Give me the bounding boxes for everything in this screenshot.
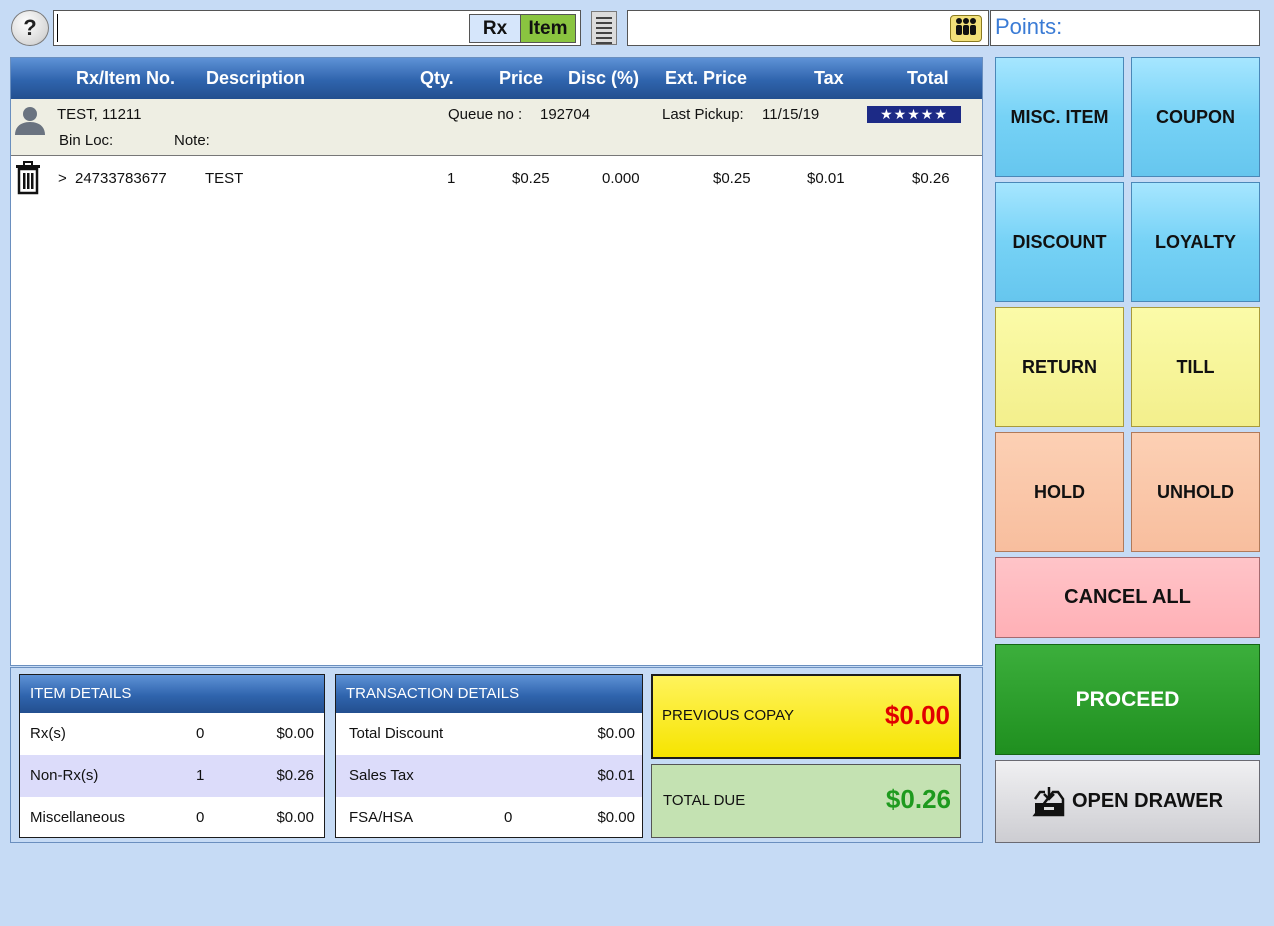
trash-icon[interactable] (13, 161, 43, 199)
row-amount: $0.00 (276, 725, 314, 742)
mode-rx-toggle[interactable]: Rx (469, 14, 521, 43)
total-due-amount: $0.26 (885, 784, 951, 814)
row-label: Rx(s) (30, 725, 66, 742)
item-details-row: Miscellaneous 0 $0.00 (20, 797, 324, 839)
item-details-title: ITEM DETAILS (20, 675, 324, 713)
row-amount: $0.26 (276, 767, 314, 784)
previous-copay-label: PREVIOUS COPAY (662, 707, 794, 724)
grid-header: Rx/Item No. Description Qty. Price Disc … (11, 58, 982, 99)
note-label: Note: (174, 132, 210, 149)
return-button[interactable]: RETURN (995, 307, 1124, 427)
misc-item-button[interactable]: MISC. ITEM (995, 57, 1124, 177)
item-details-row: Rx(s) 0 $0.00 (20, 713, 324, 755)
summary-area: ITEM DETAILS Rx(s) 0 $0.00 Non-Rx(s) 1 $… (10, 667, 983, 843)
item-tax: $0.01 (807, 170, 845, 187)
search-box: Rx Item (53, 10, 581, 46)
hold-button[interactable]: HOLD (995, 432, 1124, 552)
fsa-hsa-row: FSA/HSA 0 $0.00 (336, 797, 642, 839)
transaction-details-title: TRANSACTION DETAILS (336, 675, 642, 713)
previous-copay-amount: $0.00 (884, 700, 950, 730)
total-discount-label: Total Discount (349, 725, 444, 742)
people-icon[interactable] (950, 15, 982, 42)
loyalty-button[interactable]: LOYALTY (1131, 182, 1260, 302)
row-count: 0 (196, 809, 205, 826)
total-discount-value: $0.00 (597, 725, 635, 742)
transaction-grid: Rx/Item No. Description Qty. Price Disc … (10, 57, 983, 666)
transaction-details-panel: TRANSACTION DETAILS Total Discount $0.00… (335, 674, 643, 838)
item-details-row: Non-Rx(s) 1 $0.26 (20, 755, 324, 797)
item-number: 24733783677 (75, 170, 167, 187)
item-qty: 1 (447, 170, 456, 187)
search-input[interactable] (57, 14, 462, 42)
row-count: 1 (196, 767, 205, 784)
person-icon (13, 105, 47, 139)
row-label: Miscellaneous (30, 809, 126, 826)
item-total: $0.26 (912, 170, 950, 187)
mode-item-toggle[interactable]: Item (520, 14, 576, 43)
table-row[interactable]: > 24733783677 TEST 1 $0.25 0.000 $0.25 $… (11, 156, 982, 200)
col-qty[interactable]: Qty. (420, 68, 454, 89)
cancel-all-button[interactable]: CANCEL ALL (995, 557, 1260, 638)
rating-stars: ★★★★★ (867, 106, 961, 123)
col-rx-item-no[interactable]: Rx/Item No. (76, 68, 175, 89)
bin-loc-label: Bin Loc: (59, 132, 114, 149)
item-ext-price: $0.25 (713, 170, 751, 187)
help-button[interactable]: ? (11, 10, 49, 46)
sales-tax-value: $0.01 (597, 767, 635, 784)
points-display: Points: (990, 10, 1260, 46)
drawer-icon (1032, 786, 1066, 817)
points-label: Points: (995, 14, 1063, 39)
sales-tax-row: Sales Tax $0.01 (336, 755, 642, 797)
row-expand-marker[interactable]: > (58, 170, 67, 187)
col-tax[interactable]: Tax (814, 68, 844, 89)
fsa-hsa-count: 0 (504, 809, 513, 826)
fsa-hsa-label: FSA/HSA (349, 809, 414, 826)
open-drawer-button[interactable]: OPEN DRAWER (995, 760, 1260, 843)
col-ext-price[interactable]: Ext. Price (665, 68, 747, 89)
item-details-panel: ITEM DETAILS Rx(s) 0 $0.00 Non-Rx(s) 1 $… (19, 674, 325, 838)
previous-copay-box: PREVIOUS COPAY $0.00 (651, 674, 961, 759)
customer-search-input[interactable] (627, 10, 989, 46)
total-discount-row: Total Discount $0.00 (336, 713, 642, 755)
col-description[interactable]: Description (206, 68, 305, 89)
total-due-box: TOTAL DUE $0.26 (651, 764, 961, 838)
fsa-hsa-amount: $0.00 (597, 809, 635, 826)
coupon-button[interactable]: COUPON (1131, 57, 1260, 177)
customer-row[interactable]: TEST, 11211 Queue no : 192704 Last Picku… (11, 99, 982, 156)
proceed-button[interactable]: PROCEED (995, 644, 1260, 755)
item-description: TEST (205, 170, 244, 187)
last-pickup-label: Last Pickup: (662, 106, 744, 123)
col-total[interactable]: Total (907, 68, 949, 89)
list-icon[interactable] (591, 11, 617, 45)
item-price: $0.25 (512, 170, 550, 187)
till-button[interactable]: TILL (1131, 307, 1260, 427)
last-pickup-date: 11/15/19 (762, 106, 820, 123)
sales-tax-label: Sales Tax (349, 767, 414, 784)
open-drawer-label: OPEN DRAWER (1071, 790, 1224, 812)
unhold-button[interactable]: UNHOLD (1131, 432, 1260, 552)
help-icon: ? (23, 15, 37, 40)
row-label: Non-Rx(s) (30, 767, 99, 784)
queue-label: Queue no : (448, 106, 523, 123)
row-count: 0 (196, 725, 205, 742)
customer-name: TEST, 11211 (57, 106, 142, 123)
discount-button[interactable]: DISCOUNT (995, 182, 1124, 302)
row-amount: $0.00 (276, 809, 314, 826)
col-disc[interactable]: Disc (%) (568, 68, 639, 89)
col-price[interactable]: Price (499, 68, 543, 89)
item-disc: 0.000 (602, 170, 640, 187)
queue-number: 192704 (540, 106, 591, 123)
total-due-label: TOTAL DUE (663, 792, 746, 809)
